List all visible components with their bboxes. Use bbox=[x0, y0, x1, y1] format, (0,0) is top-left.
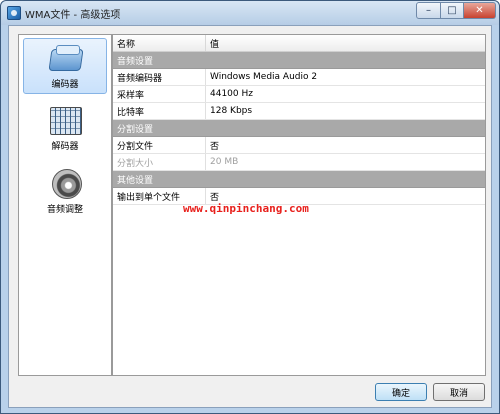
property-row-sample-rate[interactable]: 采样率 44100 Hz bbox=[113, 86, 485, 103]
encoder-icon bbox=[48, 43, 82, 73]
property-name: 比特率 bbox=[117, 107, 145, 118]
nav-item-audio-adjust[interactable]: 音频调整 bbox=[23, 164, 107, 220]
category-nav: 编码器 解码器 音频调整 bbox=[18, 34, 112, 376]
section-split-settings[interactable]: 分割设置 bbox=[113, 120, 485, 137]
property-row-split-file[interactable]: 分割文件 否 bbox=[113, 137, 485, 154]
column-header-name[interactable]: 名称 bbox=[113, 37, 205, 50]
property-value[interactable]: 否 bbox=[205, 137, 485, 153]
ok-button[interactable]: 确定 bbox=[375, 383, 427, 401]
property-value[interactable]: 128 Kbps bbox=[205, 103, 485, 119]
nav-item-encoder[interactable]: 编码器 bbox=[23, 38, 107, 94]
section-audio-settings[interactable]: 音频设置 bbox=[113, 52, 485, 69]
section-title: 其他设置 bbox=[117, 175, 154, 186]
property-name: 音频编码器 bbox=[117, 73, 163, 84]
nav-item-label: 编码器 bbox=[51, 80, 79, 90]
property-row-audio-encoder[interactable]: 音频编码器 Windows Media Audio 2 bbox=[113, 69, 485, 86]
grid-header: 名称 值 bbox=[113, 35, 485, 52]
app-icon bbox=[7, 6, 21, 20]
property-value[interactable]: Windows Media Audio 2 bbox=[205, 69, 485, 85]
property-name: 分割大小 bbox=[117, 158, 154, 169]
nav-item-label: 音频调整 bbox=[46, 205, 83, 215]
property-name: 输出到单个文件 bbox=[117, 192, 181, 203]
nav-item-decoder[interactable]: 解码器 bbox=[23, 101, 107, 157]
dialog-window: WMA文件 - 高级选项 – □ ✕ 编码器 解码器 音频调整 名称 值 音频设… bbox=[0, 0, 500, 414]
close-button[interactable]: ✕ bbox=[464, 2, 496, 19]
decoder-icon bbox=[48, 105, 82, 135]
property-name: 采样率 bbox=[117, 90, 145, 101]
nav-item-label: 解码器 bbox=[51, 142, 79, 152]
property-row-split-size: 分割大小 20 MB bbox=[113, 154, 485, 171]
section-other-settings[interactable]: 其他设置 bbox=[113, 171, 485, 188]
speaker-icon bbox=[48, 168, 82, 199]
client-area: 编码器 解码器 音频调整 名称 值 音频设置 音频编码器 Windows Med… bbox=[8, 25, 492, 408]
section-title: 音频设置 bbox=[117, 56, 154, 67]
property-row-bitrate[interactable]: 比特率 128 Kbps bbox=[113, 103, 485, 120]
section-title: 分割设置 bbox=[117, 124, 154, 135]
property-name: 分割文件 bbox=[117, 141, 154, 152]
watermark-text: www.qinpinchang.com bbox=[183, 202, 309, 215]
maximize-button[interactable]: □ bbox=[441, 2, 464, 19]
title-bar[interactable]: WMA文件 - 高级选项 – □ ✕ bbox=[1, 1, 499, 25]
cancel-button[interactable]: 取消 bbox=[433, 383, 485, 401]
window-title: WMA文件 - 高级选项 bbox=[25, 10, 121, 21]
property-value[interactable]: 44100 Hz bbox=[205, 86, 485, 102]
column-header-value[interactable]: 值 bbox=[205, 35, 485, 51]
property-value: 20 MB bbox=[205, 154, 485, 170]
minimize-button[interactable]: – bbox=[416, 2, 441, 19]
